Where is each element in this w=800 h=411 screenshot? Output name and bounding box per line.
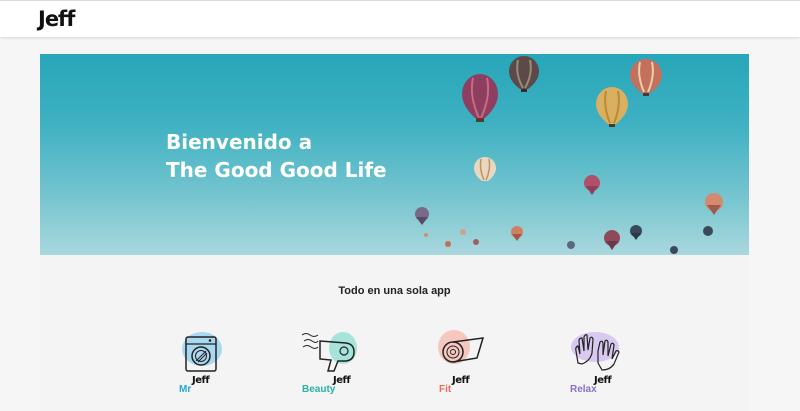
app-card-fit-jeff[interactable]: Fit Jeff xyxy=(435,327,525,407)
massage-hands-icon xyxy=(571,332,620,371)
app-label-fit: Fit xyxy=(439,384,452,395)
jeff-logo[interactable]: Jeff xyxy=(38,7,75,31)
hero-title: Bienvenido a The Good Good Life xyxy=(166,128,387,184)
top-navigation-bar: Jeff xyxy=(0,0,800,37)
app-label-mr: Mr xyxy=(179,384,192,395)
section-title: Todo en una sola app xyxy=(338,285,451,297)
app-brand-fit: Jeff xyxy=(452,375,470,386)
app-brand-mr: Jeff xyxy=(192,375,210,386)
washing-machine-icon xyxy=(182,332,222,372)
app-label-relax: Relax xyxy=(570,384,597,395)
app-brand-beauty: Jeff xyxy=(333,375,351,386)
app-card-relax-jeff[interactable]: Relax Jeff xyxy=(568,327,658,407)
app-card-beauty-jeff[interactable]: Beauty Jeff xyxy=(300,327,390,407)
hero-banner: Bienvenido a The Good Good Life xyxy=(40,54,749,255)
app-label-beauty: Beauty xyxy=(302,384,336,395)
hot-air-balloons-image xyxy=(415,56,723,254)
apps-section: Todo en una sola app Mr Jeff Beauty Jeff xyxy=(40,255,749,411)
yoga-mat-icon xyxy=(438,330,485,364)
app-card-mr-jeff[interactable]: Mr Jeff xyxy=(174,327,264,407)
hero-title-line-2: The Good Good Life xyxy=(166,158,387,182)
app-brand-relax: Jeff xyxy=(594,375,612,386)
hair-dryer-icon xyxy=(301,332,357,372)
hero-title-line-1: Bienvenido a xyxy=(166,130,313,154)
